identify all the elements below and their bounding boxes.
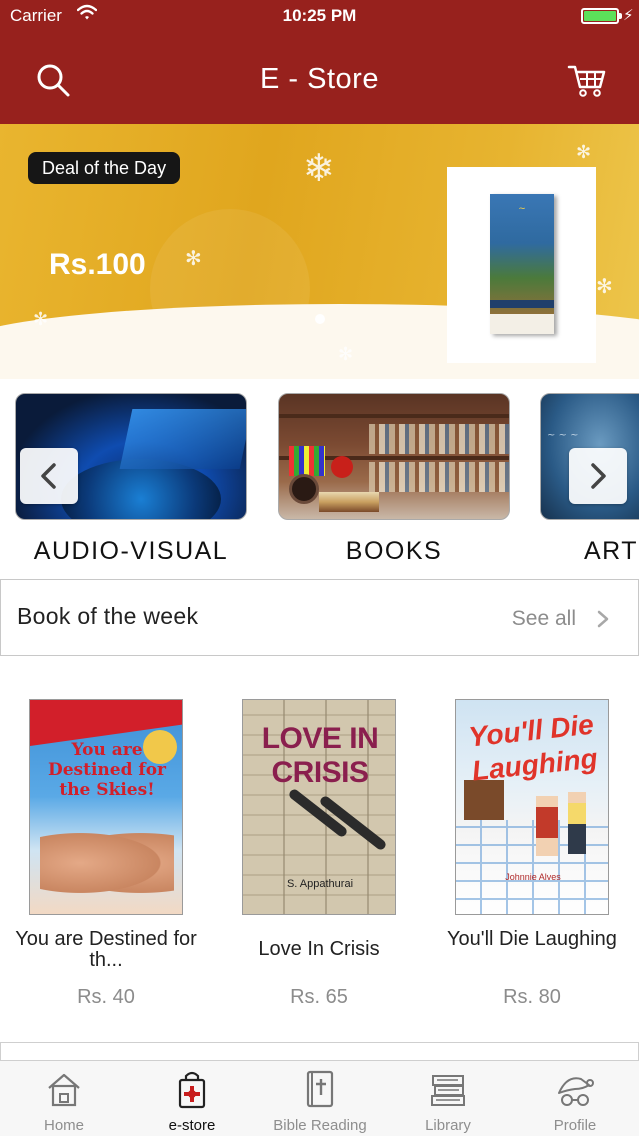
carousel-next-button[interactable] [569, 448, 627, 504]
snowflake-icon: ✻ [185, 248, 202, 270]
battery-tip [619, 13, 622, 19]
see-all-link[interactable]: See all [512, 602, 610, 636]
carousel-page-dot[interactable] [315, 314, 325, 324]
cover-author: S. Appathurai [286, 878, 354, 890]
book-title[interactable]: You are Destined for th... [6, 929, 206, 971]
deal-badge: Deal of the Day [28, 152, 181, 184]
category-books-image[interactable] [278, 393, 510, 520]
book-price: Rs. 65 [290, 986, 348, 1008]
home-icon [48, 1073, 80, 1107]
book-cover[interactable]: You are Destined for the Skies! [29, 699, 183, 915]
cart-icon[interactable] [567, 61, 607, 99]
deal-book-card[interactable]: ~ [447, 167, 596, 363]
shelf [279, 414, 509, 418]
cover-floor-grid [456, 820, 608, 914]
cover-title: You'll Die Laughing [467, 708, 599, 787]
bible-icon [306, 1070, 334, 1108]
tab-label: Library [425, 1117, 471, 1134]
tab-label: Home [43, 1117, 84, 1134]
book-spines [369, 424, 509, 454]
snowflake-icon: ✻ [576, 142, 592, 162]
charging-icon: ⚡ [623, 7, 634, 24]
app-screen: Carrier 10:25 PM ⚡ E - Store ❄ ✻ ✻ ✻ ✻ ✻… [0, 0, 639, 1136]
chevron-left-icon [41, 463, 56, 489]
see-all-label: See all [511, 607, 576, 630]
book-title[interactable]: You'll Die Laughing [432, 929, 632, 950]
app-header: E - Store [0, 33, 639, 124]
tab-home[interactable]: Home [0, 1061, 128, 1136]
category-label-audio-visual[interactable]: AUDIO-VISUAL [15, 537, 247, 566]
tab-label: e-store [168, 1117, 216, 1134]
tab-label: Bible Reading [273, 1117, 367, 1134]
chevron-right-icon [597, 610, 609, 628]
cover-author: Johnnie Alves [505, 872, 561, 882]
book-cover[interactable]: LOVE IN CRISIS S. Appathurai [242, 699, 396, 915]
snowflake-icon: ✻ [596, 276, 613, 298]
deal-book-cover: ~ [490, 194, 554, 334]
deal-price: Rs.100 [49, 248, 146, 281]
deal-banner[interactable]: ❄ ✻ ✻ ✻ ✻ ✻ Deal of the Day Rs.100 ~ [0, 124, 639, 379]
snowflake-icon: ❄ [303, 148, 335, 190]
book-price: Rs. 40 [77, 986, 135, 1008]
book-price: Rs. 80 [503, 986, 561, 1008]
book-title[interactable]: Love In Crisis [219, 939, 419, 960]
cover-figure [568, 792, 586, 854]
art-image-texture: ~ ~ ~ [547, 430, 579, 441]
tab-library[interactable]: Library [384, 1061, 512, 1136]
status-time: 10:25 PM [282, 6, 357, 25]
book-of-the-week-header: Book of the week See all [0, 579, 639, 656]
tab-profile[interactable]: Profile [511, 1061, 639, 1136]
deal-book-cover-art: ~ [518, 204, 526, 214]
dj-deck [119, 409, 246, 469]
category-label-books[interactable]: BOOKS [278, 537, 510, 566]
apple [331, 456, 353, 478]
next-section-card [0, 1042, 639, 1062]
status-bar: Carrier 10:25 PM ⚡ [0, 0, 639, 33]
profile-icon [558, 1077, 594, 1106]
deal-book-band [490, 300, 554, 308]
tab-label: Profile [553, 1117, 597, 1134]
page-title: E - Store [260, 63, 379, 95]
category-label-art[interactable]: ART [584, 537, 638, 566]
books-stack-icon [431, 1075, 465, 1106]
book-stack [319, 492, 379, 512]
cover-title: You are Destined for the Skies! [47, 740, 167, 800]
cover-hands-illustration [40, 828, 174, 898]
tab-e-store[interactable]: e-store [128, 1061, 256, 1136]
shopping-bag-icon [178, 1071, 206, 1109]
snowflake-icon: ✻ [33, 309, 49, 329]
cover-figure [536, 796, 558, 856]
battery-icon [581, 8, 619, 24]
clock-icon [289, 474, 319, 504]
carousel-prev-button[interactable] [20, 448, 78, 504]
book-cover[interactable]: You'll Die Laughing Johnnie Alves [455, 699, 609, 915]
section-title: Book of the week [17, 603, 199, 629]
tab-bible-reading[interactable]: Bible Reading [256, 1061, 384, 1136]
chevron-right-icon [591, 463, 606, 489]
book-spines [369, 462, 509, 492]
cover-title: LOVE IN CRISIS [261, 722, 379, 789]
deal-book-footer [490, 314, 554, 334]
snowflake-icon: ✻ [338, 344, 354, 364]
pencil-cup [289, 446, 325, 476]
tab-bar: Home e-store Bible Reading Library Profi… [0, 1060, 639, 1136]
